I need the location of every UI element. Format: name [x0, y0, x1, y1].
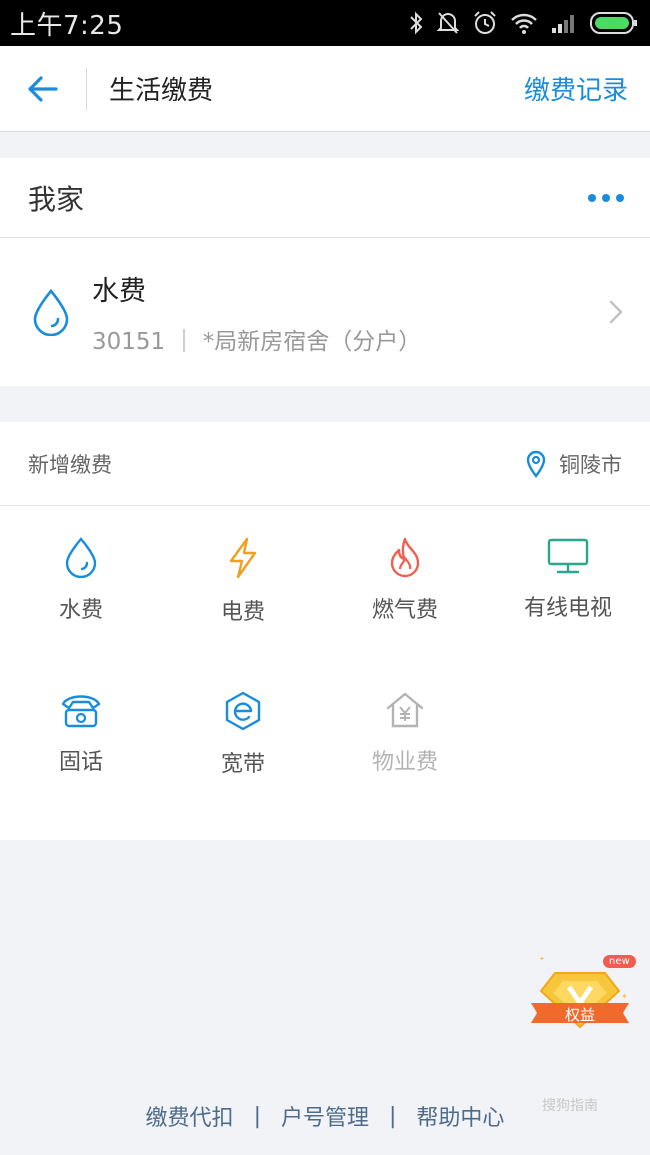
city-selector[interactable]: 铜陵市 — [525, 449, 622, 479]
service-grid: 水费 电费 燃气费 有线电视 固话 宽带 物业费 — [0, 506, 650, 840]
watermark: 搜狗指南 — [542, 1098, 598, 1114]
svg-text:✦: ✦ — [539, 955, 545, 963]
back-arrow-icon — [28, 75, 58, 102]
broadband-icon — [225, 691, 261, 731]
page-title: 生活缴费 — [109, 76, 214, 106]
water-drop-icon — [65, 537, 97, 578]
chevron-right-icon — [609, 300, 623, 324]
service-water[interactable]: 水费 — [0, 506, 162, 646]
more-dot-icon — [602, 193, 610, 202]
alarm-icon — [474, 11, 496, 34]
title-bar: 生活缴费 缴费记录 — [0, 46, 650, 132]
vip-badge-icon: ✦ ✦ — [531, 955, 629, 1029]
back-button[interactable] — [0, 46, 86, 132]
footer-separator: | — [389, 1103, 397, 1129]
service-cable-tv[interactable]: 有线电视 — [487, 506, 649, 646]
property-icon — [386, 692, 424, 728]
lightning-icon — [229, 537, 257, 579]
wifi-icon — [511, 13, 537, 34]
bluetooth-icon — [410, 11, 423, 35]
footer-separator: | — [253, 1103, 261, 1129]
service-landline[interactable]: 固话 — [0, 660, 162, 800]
service-gas[interactable]: 燃气费 — [324, 506, 486, 646]
service-label: 有线电视 — [523, 596, 612, 621]
service-label: 水费 — [58, 598, 103, 623]
service-label: 固话 — [58, 750, 103, 775]
auto-debit-link[interactable]: 缴费代扣 — [146, 1100, 234, 1132]
payment-record-link[interactable]: 缴费记录 — [524, 70, 628, 107]
badge-text: 权益 — [564, 1006, 595, 1024]
group-name: 我家 — [28, 182, 85, 216]
service-broadband[interactable]: 宽带 — [162, 660, 324, 800]
more-dot-icon — [616, 193, 624, 202]
title-divider — [86, 67, 87, 110]
location-pin-icon — [526, 450, 546, 478]
help-center-link[interactable]: 帮助中心 — [416, 1100, 504, 1132]
tv-icon — [547, 538, 589, 574]
service-property[interactable]: 物业费 — [324, 660, 486, 800]
bill-account: 30151 ｜ *局新房宿舍（分户） — [92, 328, 422, 355]
add-payment-header: 新增缴费 铜陵市 — [0, 422, 650, 506]
service-label: 物业费 — [371, 750, 438, 775]
benefits-badge[interactable]: ✦ ✦ new 权益 — [525, 955, 636, 1045]
telephone-icon — [61, 695, 101, 728]
add-payment-title: 新增缴费 — [28, 452, 112, 477]
flame-icon — [390, 537, 420, 578]
bill-texts: 水费 30151 ｜ *局新房宿舍（分户） — [92, 269, 606, 356]
bill-item-water[interactable]: 水费 30151 ｜ *局新房宿舍（分户） — [0, 238, 650, 386]
bill-name: 水费 — [92, 275, 146, 307]
water-drop-icon — [33, 288, 69, 336]
status-bar: 上午7:25 — [0, 0, 650, 46]
account-management-link[interactable]: 户号管理 — [281, 1100, 369, 1132]
service-label: 燃气费 — [371, 598, 438, 623]
service-electric[interactable]: 电费 — [162, 506, 324, 646]
signal-icon — [552, 15, 574, 33]
service-label: 宽带 — [220, 752, 265, 777]
group-header: 我家 — [0, 158, 650, 238]
status-icons — [408, 10, 638, 36]
mute-bell-icon — [436, 12, 460, 34]
more-options-button[interactable] — [588, 193, 624, 202]
status-time: 上午7:25 — [10, 10, 124, 41]
badge-new-label: new — [603, 955, 636, 968]
svg-text:✦: ✦ — [621, 992, 628, 1001]
more-dot-icon — [588, 193, 596, 202]
city-name: 铜陵市 — [559, 452, 622, 477]
service-label: 电费 — [220, 600, 265, 625]
battery-icon — [590, 12, 637, 34]
